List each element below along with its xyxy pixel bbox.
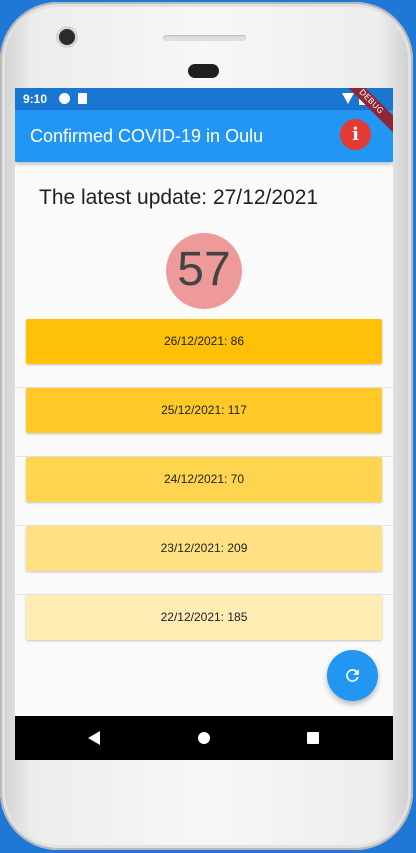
wifi-icon <box>342 93 354 104</box>
latest-update-label: The latest update: 27/12/2021 <box>39 186 319 209</box>
earpiece <box>163 35 246 41</box>
front-camera-icon <box>59 29 75 45</box>
proximity-sensor <box>188 64 219 78</box>
refresh-icon <box>346 669 359 682</box>
history-card[interactable]: 22/12/2021: 185 <box>26 595 382 640</box>
history-list-item: 23/12/2021: 209 <box>15 526 393 595</box>
history-card[interactable]: 24/12/2021: 70 <box>26 457 382 502</box>
history-list: 26/12/2021: 86 25/12/2021: 117 24/12/202… <box>15 319 393 663</box>
history-card[interactable]: 26/12/2021: 86 <box>26 319 382 364</box>
history-list-item: 25/12/2021: 117 <box>15 388 393 457</box>
refresh-button[interactable] <box>327 650 378 701</box>
back-icon[interactable] <box>88 731 100 745</box>
history-card[interactable]: 23/12/2021: 209 <box>26 526 382 571</box>
history-list-item: 22/12/2021: 185 <box>15 595 393 663</box>
history-list-item: 26/12/2021: 86 <box>15 319 393 388</box>
screen: 9:10 Confirmed COVID-19 in Oulu i DEBUG … <box>15 88 393 760</box>
app-icon <box>59 93 70 104</box>
navigation-bar <box>15 716 393 760</box>
home-icon[interactable] <box>198 732 210 744</box>
history-card[interactable]: 25/12/2021: 117 <box>26 388 382 433</box>
info-button[interactable]: i <box>340 119 371 150</box>
app-bar: Confirmed COVID-19 in Oulu i <box>15 110 393 162</box>
info-icon: i <box>352 124 359 145</box>
history-list-item: 24/12/2021: 70 <box>15 457 393 526</box>
recent-apps-icon[interactable] <box>307 732 319 744</box>
phone-frame: 9:10 Confirmed COVID-19 in Oulu i DEBUG … <box>0 2 413 850</box>
sd-card-icon <box>78 93 87 104</box>
latest-count-badge: 57 <box>166 233 242 309</box>
status-time: 9:10 <box>23 92 48 106</box>
status-bar: 9:10 <box>15 88 393 110</box>
app-title: Confirmed COVID-19 in Oulu <box>30 126 264 146</box>
